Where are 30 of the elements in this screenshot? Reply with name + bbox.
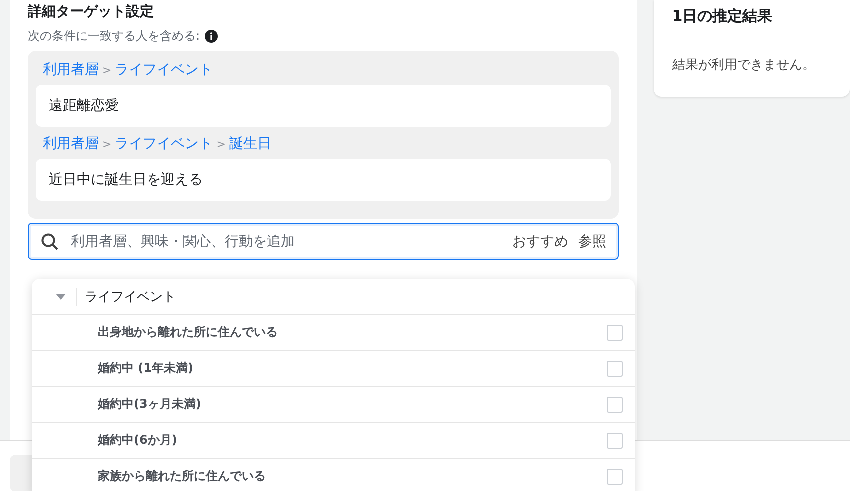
option-row[interactable]: 婚約中 (1年未満) — [32, 351, 635, 387]
card-message: 結果が利用できません。 — [672, 57, 816, 74]
selected-criterion: 遠距離恋愛 — [36, 85, 612, 127]
option-row[interactable]: 婚約中(6か月) — [32, 423, 635, 459]
option-row[interactable]: 出身地から離れた所に住んでいる — [32, 315, 635, 351]
option-label: 家族から離れた所に住んでいる — [98, 468, 266, 485]
breadcrumb[interactable]: 利用者層 > ライフイベント — [36, 57, 612, 85]
checkbox[interactable] — [607, 432, 623, 448]
search-field[interactable]: 利用者層、興味・関心、行動を追加 おすすめ 参照 — [28, 223, 620, 260]
info-icon[interactable] — [205, 30, 218, 43]
checkbox[interactable] — [607, 360, 623, 376]
option-label: 出身地から離れた所に住んでいる — [98, 324, 278, 341]
option-label: 婚約中 (1年未満) — [98, 360, 194, 377]
search-link[interactable]: 参照 — [578, 232, 606, 250]
selected-criterion: 近日中に誕生日を迎える — [36, 159, 612, 201]
category-label: ライフイベント — [76, 288, 176, 306]
checkbox[interactable] — [607, 324, 623, 340]
section-title: 詳細ターゲット設定 — [28, 3, 155, 21]
option-label: 婚約中(6か月) — [98, 432, 178, 449]
caret-icon — [56, 294, 66, 300]
search-link[interactable]: おすすめ — [512, 232, 568, 250]
checkbox[interactable] — [607, 468, 623, 484]
checkbox[interactable] — [607, 396, 623, 412]
card-title: 1日の推定結果 — [672, 7, 774, 26]
option-label: 婚約中(3ヶ月未満) — [98, 396, 202, 413]
breadcrumb[interactable]: 利用者層 > ライフイベント > 誕生日 — [36, 131, 612, 159]
search-icon — [41, 232, 59, 250]
section-subtitle: 次の条件に一致する人を含める: — [28, 28, 200, 45]
category-header[interactable]: ライフイベント — [32, 279, 635, 315]
option-row[interactable]: 婚約中(3ヶ月未満) — [32, 387, 635, 423]
